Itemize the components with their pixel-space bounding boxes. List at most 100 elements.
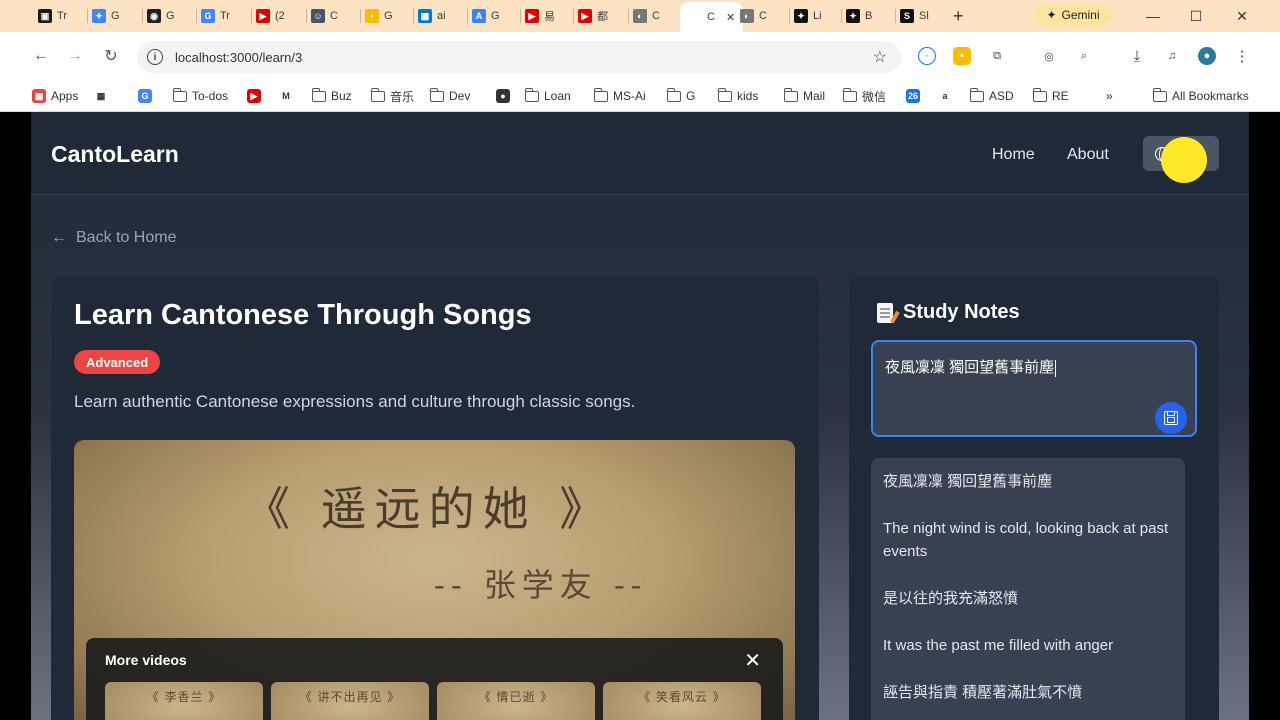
folder-icon (311, 87, 326, 102)
browser-tab[interactable]: ◐ C (740, 4, 767, 28)
bookmark-item[interactable]: RE (1032, 86, 1069, 106)
browser-tab[interactable]: ▪ G (365, 4, 393, 28)
globe-icon: ● (496, 89, 510, 103)
browser-tab[interactable]: ✦ Li (794, 4, 822, 28)
close-icon[interactable]: ✕ (744, 648, 761, 673)
note-input-text[interactable]: 夜風凜凜 獨回望舊事前塵 (885, 356, 1057, 377)
back-to-home-link[interactable]: ← Back to Home (51, 229, 176, 247)
browser-tab[interactable]: ▶ 都 (578, 4, 608, 28)
lesson-card: Learn Cantonese Through Songs Advanced L… (51, 276, 819, 720)
bookmark-item[interactable]: 微信 (842, 86, 886, 106)
bookmark-item[interactable]: ▦ Apps (32, 86, 78, 106)
browser-toolbar: ← → ↻ i localhost:3000/learn/3 ☆ · ▪ ⧉ ◎… (0, 32, 1280, 80)
browser-tab[interactable]: ▣ Tr (38, 4, 67, 28)
bookmarks-bar: ▦ Apps ▦ G To-dos ▶ M Buz 音乐 Dev ● Loan MS-Ai Gkids Ma… (0, 80, 1280, 112)
save-note-button[interactable] (1155, 402, 1187, 434)
video-thumbnail[interactable]: 《 李香兰 》 (105, 682, 263, 720)
site-info-icon[interactable]: i (147, 49, 163, 65)
media-control-icon[interactable]: ♫ (1163, 47, 1181, 65)
extensions-puzzle-icon[interactable]: ⧉ (988, 47, 1006, 65)
bookmark-item[interactable]: 26 (906, 86, 920, 106)
new-tab-button[interactable]: + (953, 4, 964, 28)
video-player[interactable]: 《 遥远的她 》 -- 张学友 -- More videos ✕ 《 李香兰 》… (74, 440, 795, 720)
video-title-text: 《 遥远的她 》 (244, 482, 614, 536)
tab-search-icon[interactable]: ⌕ (1075, 47, 1093, 65)
back-arrow-icon[interactable]: ← (29, 44, 53, 68)
bookmark-item[interactable]: ▦ (94, 86, 108, 106)
minimize-icon[interactable]: — (1142, 5, 1164, 27)
close-tab-icon[interactable]: ✕ (726, 11, 735, 24)
bookmark-item[interactable]: G (138, 86, 152, 106)
download-icon[interactable]: ⤓ (1128, 47, 1146, 65)
browser-tab[interactable]: ✦ G (92, 4, 120, 28)
note-input-field[interactable]: 夜風凜凜 獨回望舊事前塵 (871, 340, 1197, 437)
address-bar[interactable]: i localhost:3000/learn/3 ☆ (137, 41, 901, 73)
browser-tab[interactable]: C ✕ (680, 2, 744, 32)
bookmark-label: Dev (449, 89, 471, 103)
bookmark-label: Buz (331, 89, 352, 103)
video-thumbnail[interactable]: 《 笑看风云 》 (603, 682, 761, 720)
folder-icon (969, 87, 984, 102)
bookmark-item[interactable]: ● (496, 86, 510, 106)
browser-tab[interactable]: G Tr (201, 4, 230, 28)
bookmark-label: To-dos (192, 89, 229, 103)
bookmark-item[interactable]: 音乐 (370, 86, 414, 106)
profile-avatar-icon[interactable]: ● (1198, 47, 1216, 65)
close-window-icon[interactable]: ✕ (1231, 5, 1253, 27)
browser-tab[interactable]: ◐ C (633, 4, 660, 28)
bookmark-item[interactable]: ASD (969, 86, 1014, 106)
browser-tab[interactable]: ▶ (2 (256, 4, 285, 28)
browser-tab[interactable]: ▶ 易 (525, 4, 555, 28)
note-input-value[interactable]: 夜風凜凜 獨回望舊事前塵 (885, 359, 1054, 376)
study-notes-header: Study Notes (877, 301, 1020, 324)
bookmark-item[interactable]: a (938, 86, 952, 106)
gemini-label: Gemini (1061, 8, 1100, 22)
browser-tab[interactable]: S Sl (900, 4, 929, 28)
bookmark-item[interactable]: ▶ (247, 86, 261, 106)
bookmark-item[interactable]: MS-Ai (593, 86, 646, 106)
nav-home-link[interactable]: Home (992, 146, 1035, 164)
forward-arrow-icon[interactable]: → (63, 44, 87, 68)
bookmark-item[interactable]: kids (717, 86, 758, 106)
screenshot-icon[interactable]: ◎ (1040, 47, 1058, 65)
bookmark-item[interactable]: M (279, 86, 293, 106)
bookmark-item[interactable]: Mail (783, 86, 825, 106)
browser-tab[interactable]: ✦ B (846, 4, 872, 28)
video-thumbnail[interactable]: 《 情已逝 》 (437, 682, 595, 720)
folder-icon (524, 87, 539, 102)
video-thumbnail[interactable]: 《 讲不出再见 》 (271, 682, 429, 720)
extension-keep-icon[interactable]: ▪ (953, 47, 971, 65)
gmail-icon: M (279, 89, 293, 103)
bookmark-item[interactable]: Buz (311, 86, 352, 106)
grid-icon: ▦ (94, 89, 108, 103)
gemini-button[interactable]: ✦ Gemini (1034, 3, 1112, 27)
bookmark-item[interactable]: To-dos (172, 86, 229, 106)
extension-chat-icon[interactable]: · (918, 47, 936, 65)
bookmark-item[interactable]: G (666, 86, 695, 106)
browser-tab[interactable]: ▦ ai (418, 4, 446, 28)
address-url[interactable]: localhost:3000/learn/3 (175, 50, 302, 65)
arrow-left-icon: ← (51, 229, 67, 246)
bookmark-star-icon[interactable]: ☆ (873, 47, 887, 67)
tab-favicon-icon (688, 10, 702, 24)
browser-tab[interactable]: AG (472, 4, 500, 28)
bookmark-item[interactable]: » (1106, 86, 1113, 106)
maximize-icon[interactable]: ☐ (1185, 5, 1207, 27)
browser-tab[interactable]: ◉ G (147, 4, 175, 28)
tab-separator (789, 9, 790, 23)
bookmark-label: All Bookmarks (1172, 89, 1249, 103)
brand-logo[interactable]: CantoLearn (51, 141, 179, 168)
nav-about-link[interactable]: About (1067, 146, 1109, 164)
folder-icon (717, 87, 732, 102)
bookmark-item[interactable]: Loan (524, 86, 571, 106)
browser-menu-icon[interactable]: ⋮ (1233, 47, 1251, 65)
reload-icon[interactable]: ↻ (99, 44, 123, 68)
folder-icon (429, 87, 444, 102)
bookmark-item[interactable]: Dev (429, 86, 471, 106)
translate-icon: G (138, 89, 152, 103)
bookmark-item[interactable]: All Bookmarks (1152, 86, 1249, 106)
tab-favicon-icon: ▣ (38, 9, 52, 23)
study-notes-title: Study Notes (903, 301, 1020, 323)
browser-tab[interactable]: ☺ C (311, 4, 338, 28)
tab-separator (895, 9, 896, 23)
